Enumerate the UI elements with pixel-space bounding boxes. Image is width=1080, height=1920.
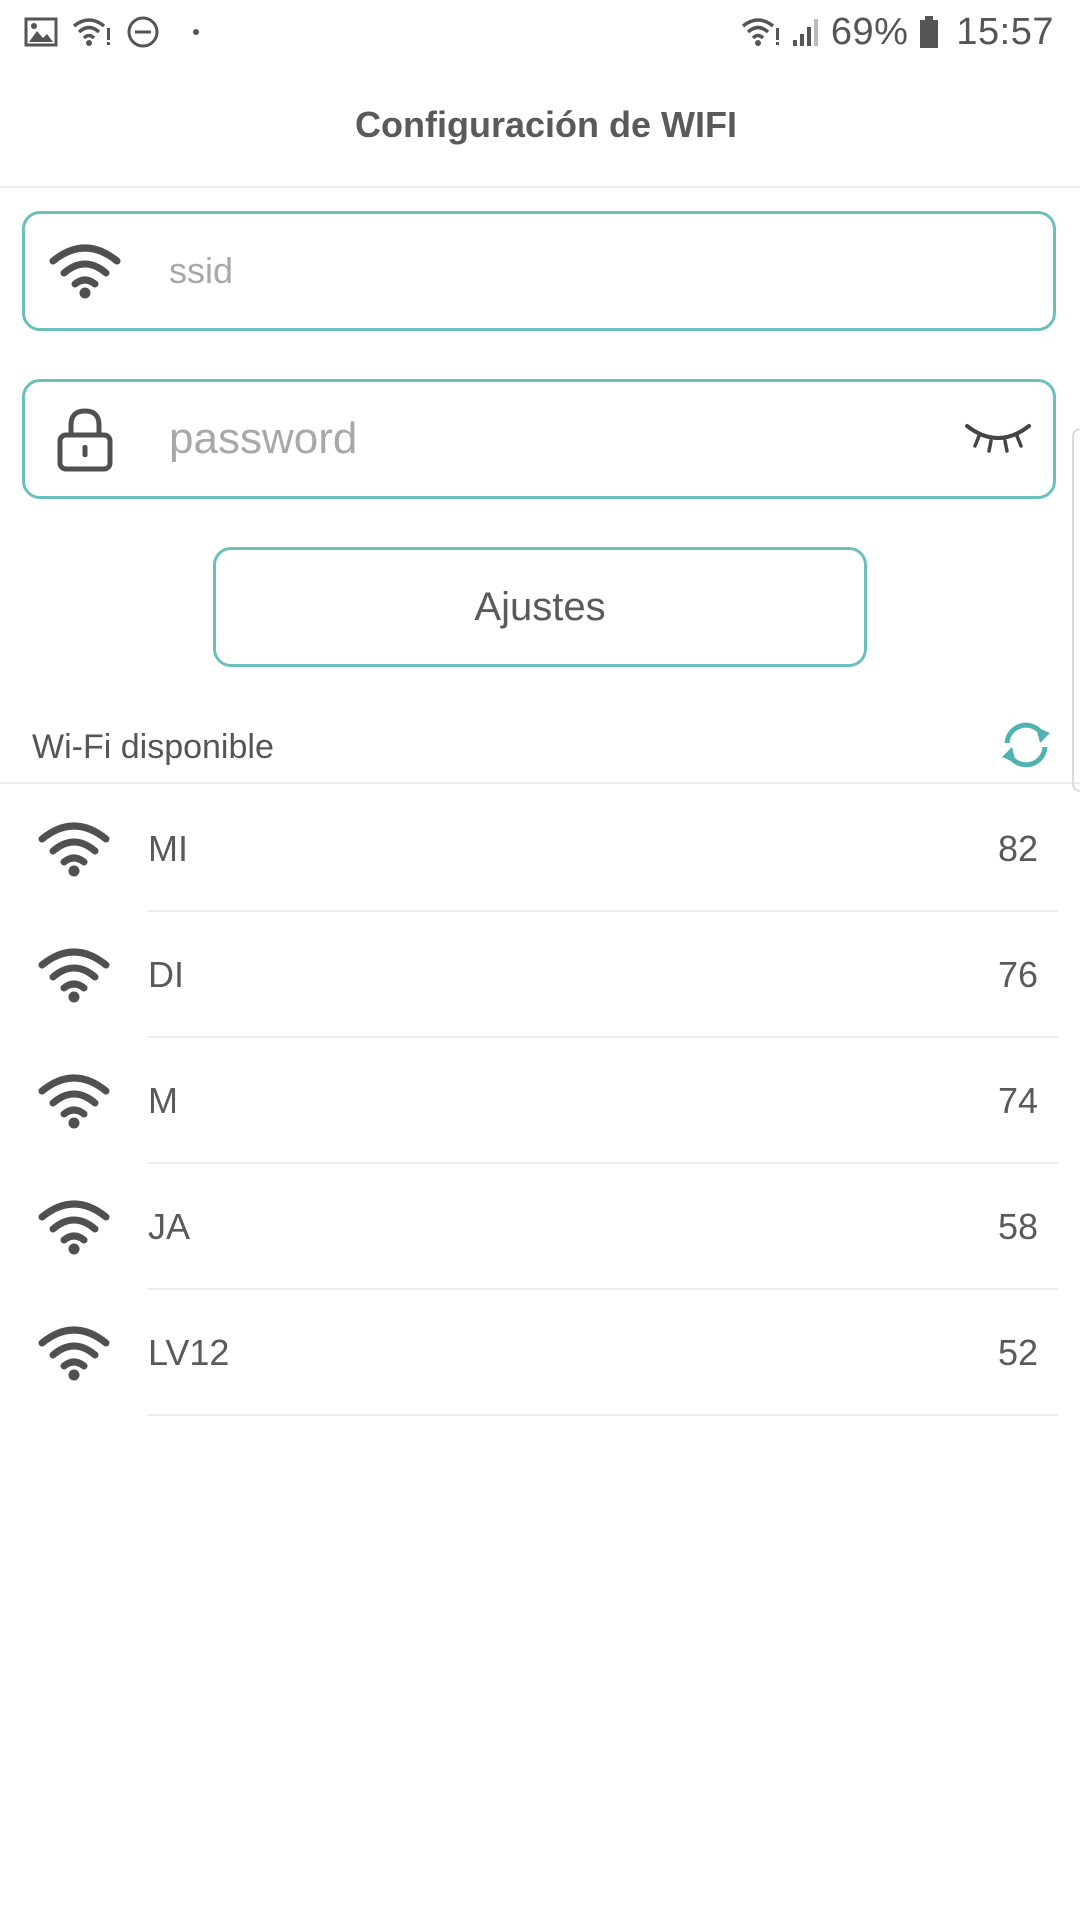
wifi-network-row[interactable]: M 74 [0,1038,1080,1164]
network-name: LV12 [148,1332,230,1373]
wifi-icon [0,947,148,1003]
clock: 15:57 [956,10,1054,53]
refresh-button[interactable] [996,717,1056,777]
network-name: M [148,1080,178,1121]
signal-strength: 82 [997,828,1038,869]
image-icon [24,17,58,47]
wifi-network-row[interactable]: DI 76 [0,912,1080,1038]
wifi-icon [25,243,145,299]
ssid-input[interactable] [145,214,1053,328]
wifi-icon [0,1073,148,1129]
wifi-icon [0,821,148,877]
lock-icon [25,405,145,473]
status-left [24,15,200,49]
ssid-field[interactable] [22,211,1056,331]
scroll-indicator [1072,428,1080,792]
wifi-icon [0,1199,148,1255]
cell-signal-icon [791,16,821,48]
signal-strength: 52 [997,1332,1038,1373]
wifi-network-row[interactable]: MI 82 [0,786,1080,912]
wifi-signal-icon [741,16,781,48]
status-right: 69% 15:57 [741,11,1054,54]
password-field[interactable] [22,379,1056,499]
battery-icon [918,15,940,49]
network-name: JA [148,1206,191,1247]
settings-button[interactable]: Ajustes [213,547,867,667]
wifi-icon [0,1325,148,1381]
eye-closed-icon [963,420,1033,459]
signal-strength: 58 [997,1206,1038,1247]
network-name: DI [148,954,184,995]
wifi-network-row[interactable]: LV12 52 [0,1290,1080,1416]
status-bar: 69% 15:57 [0,0,1080,64]
page-title: Configuración de WIFI [355,104,737,145]
network-name: MI [148,828,188,869]
signal-strength: 76 [997,954,1038,995]
wifi-network-row[interactable]: JA 58 [0,1164,1080,1290]
password-input[interactable] [145,382,943,496]
available-wifi-header: Wi-Fi disponible [0,712,1080,784]
section-title: Wi-Fi disponible [32,727,274,766]
refresh-icon [998,721,1054,774]
wifi-network-list: MI 82 DI 76 M 74 JA 58 LV12 52 [0,786,1080,1416]
app-header: Configuración de WIFI [0,64,1080,188]
dot-icon [192,28,200,36]
do-not-disturb-icon [126,15,160,49]
wifi-config-screen: 69% 15:57 Configuración de WIFI ssid Aju… [0,0,1080,1920]
toggle-password-visibility[interactable] [943,382,1053,496]
battery-percent: 69% [830,10,909,53]
signal-strength: 74 [997,1080,1038,1121]
wifi-alert-icon [72,16,112,48]
